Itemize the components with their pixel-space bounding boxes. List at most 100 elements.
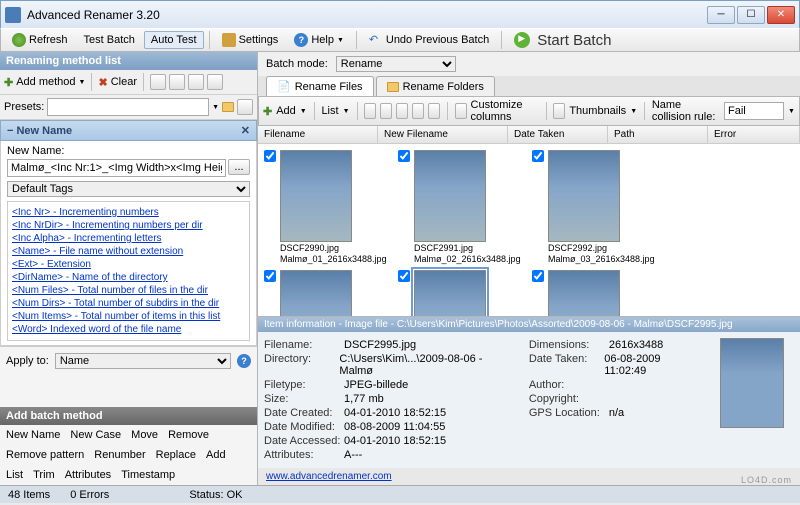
col-datetaken[interactable]: Date Taken (508, 126, 608, 143)
tag-link[interactable]: <Num Dirs> - Total number of subdirs in … (12, 297, 245, 310)
batch-method-remove[interactable]: Remove (168, 429, 209, 441)
add-files-button[interactable]: Add (276, 105, 296, 117)
batchmode-label: Batch mode: (266, 58, 328, 70)
file-item[interactable]: DSCF2995.jpg (398, 270, 526, 316)
file-icon: 📄 (277, 80, 291, 93)
customize-columns-button[interactable]: Customize columns (471, 99, 539, 123)
move-down-button[interactable] (169, 74, 185, 90)
batch-method-renumber[interactable]: Renumber (94, 449, 145, 461)
tag-link[interactable]: <Inc NrDir> - Incrementing numbers per d… (12, 219, 245, 232)
presets-input[interactable] (47, 98, 209, 116)
batchmode-select[interactable]: Rename (336, 56, 456, 72)
applyto-select[interactable]: Name (55, 353, 231, 369)
file-checkbox[interactable] (398, 150, 410, 162)
move-top-button[interactable] (188, 74, 204, 90)
method-header[interactable]: − New Name ✕ (0, 120, 257, 141)
tab-rename-files[interactable]: 📄Rename Files (266, 76, 374, 96)
file-item[interactable]: DSCF2996.jpg (532, 270, 660, 316)
website-link[interactable]: www.advancedrenamer.com (258, 468, 800, 485)
refresh-icon (12, 33, 26, 47)
settings-button[interactable]: Settings (215, 30, 286, 50)
close-button[interactable]: ✕ (767, 6, 795, 24)
move-bottom-button[interactable] (207, 74, 223, 90)
tag-link[interactable]: <Name> - File name without extension (12, 245, 245, 258)
file-item[interactable]: DSCF2994.jpg (264, 270, 392, 316)
tb-btn-1[interactable] (364, 103, 376, 119)
refresh-button[interactable]: Refresh (5, 30, 75, 50)
batch-method-newcase[interactable]: New Case (70, 429, 121, 441)
thumbnail[interactable] (548, 270, 620, 316)
col-filename[interactable]: Filename (258, 126, 378, 143)
tb-btn-3[interactable] (396, 103, 408, 119)
file-item[interactable]: DSCF2992.jpgMalmø_03_2616x3488.jpg (532, 150, 660, 264)
file-checkbox[interactable] (532, 270, 544, 282)
tag-link[interactable]: <Word> Indexed word of the file name (12, 323, 245, 336)
info-thumbnail (720, 338, 784, 428)
col-path[interactable]: Path (608, 126, 708, 143)
clear-button[interactable]: Clear (111, 76, 137, 88)
help-button[interactable]: ?Help▼ (287, 30, 351, 50)
save-preset-button[interactable] (237, 99, 253, 115)
titlebar: Advanced Renamer 3.20 ─ ☐ ✕ (0, 0, 800, 28)
tb-btn-4[interactable] (412, 103, 424, 119)
tab-rename-folders[interactable]: Rename Folders (376, 76, 495, 96)
batch-method-removepattern[interactable]: Remove pattern (6, 449, 84, 461)
file-item[interactable]: DSCF2991.jpgMalmø_02_2616x3488.jpg (398, 150, 526, 264)
thumbnail[interactable] (414, 150, 486, 242)
tb-btn-2[interactable] (380, 103, 392, 119)
thumbnail[interactable] (280, 150, 352, 242)
columns-icon (455, 103, 467, 119)
batch-method-move[interactable]: Move (131, 429, 158, 441)
gear-icon (222, 33, 236, 47)
thumbnail[interactable] (414, 270, 486, 316)
renaming-methods-header: Renaming method list (0, 52, 257, 70)
files-toolbar: ✚Add▼ List▼ Customize columns Thumbnails… (258, 96, 800, 126)
folder-icon[interactable] (222, 102, 234, 112)
batch-method-timestamp[interactable]: Timestamp (121, 469, 175, 481)
move-up-button[interactable] (150, 74, 166, 90)
thumbnail[interactable] (548, 150, 620, 242)
col-error[interactable]: Error (708, 126, 800, 143)
add-icon: ✚ (4, 76, 13, 89)
auto-test-button[interactable]: Auto Test (144, 31, 204, 49)
newname-input[interactable] (7, 159, 226, 177)
file-checkbox[interactable] (532, 150, 544, 162)
thumbnail[interactable] (280, 270, 352, 316)
batch-method-replace[interactable]: Replace (156, 449, 196, 461)
batch-method-add[interactable]: Add (206, 449, 226, 461)
tags-list: <Inc Nr> - Incrementing numbers <Inc NrD… (7, 201, 250, 341)
tag-link[interactable]: <Inc Nr> - Incrementing numbers (12, 206, 245, 219)
file-checkbox[interactable] (264, 150, 276, 162)
tag-link[interactable]: <DirName> - Name of the directory (12, 271, 245, 284)
maximize-button[interactable]: ☐ (737, 6, 765, 24)
newname-browse-button[interactable]: ... (228, 159, 250, 175)
test-batch-button[interactable]: Test Batch (77, 31, 142, 49)
batch-method-attributes[interactable]: Attributes (65, 469, 111, 481)
collision-input[interactable] (724, 102, 784, 120)
tag-link[interactable]: <Ext> - Extension (12, 258, 245, 271)
minimize-button[interactable]: ─ (707, 6, 735, 24)
batch-method-newname[interactable]: New Name (6, 429, 60, 441)
thumbnails-button[interactable]: Thumbnails (569, 105, 626, 117)
tb-btn-5[interactable] (428, 103, 440, 119)
file-checkbox[interactable] (264, 270, 276, 282)
thumbnails-icon (553, 103, 565, 119)
undo-button[interactable]: ↶Undo Previous Batch (362, 30, 496, 50)
file-checkbox[interactable] (398, 270, 410, 282)
play-icon (514, 32, 530, 48)
tag-link[interactable]: <Inc Alpha> - Incrementing letters (12, 232, 245, 245)
help-icon[interactable]: ? (237, 354, 251, 368)
undo-icon: ↶ (369, 33, 383, 47)
col-newfilename[interactable]: New Filename (378, 126, 508, 143)
tag-link[interactable]: <Num Items> - Total number of items in t… (12, 310, 245, 323)
tag-link[interactable]: <Num Files> - Total number of files in t… (12, 284, 245, 297)
file-item[interactable]: DSCF2990.jpgMalmø_01_2616x3488.jpg (264, 150, 392, 264)
default-tags-select[interactable]: Default Tags (7, 181, 250, 197)
batch-method-list[interactable]: List (6, 469, 23, 481)
start-batch-button[interactable]: Start Batch (507, 29, 618, 52)
list-button[interactable]: List (321, 105, 338, 117)
method-close-icon[interactable]: ✕ (241, 124, 250, 137)
add-batch-method-header: Add batch method (0, 407, 257, 425)
batch-method-trim[interactable]: Trim (33, 469, 55, 481)
add-method-button[interactable]: Add method (16, 76, 75, 88)
